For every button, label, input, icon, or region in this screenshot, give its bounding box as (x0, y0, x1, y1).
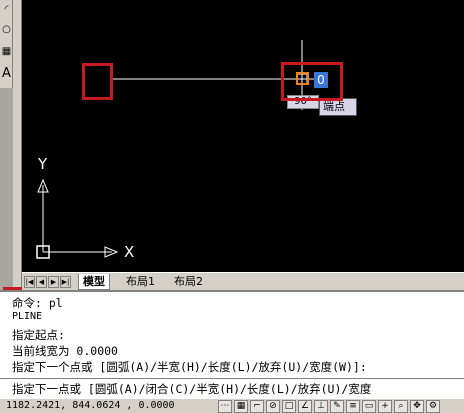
cursor-highlight (281, 62, 343, 101)
history-line: 指定起点: (12, 328, 65, 342)
settings-icon[interactable]: ⚙ (426, 400, 440, 413)
history-line: 指定下一个点或 [圆弧(A)/半宽(H)/长度(L)/放弃(U)/宽度(W)]: (12, 360, 367, 374)
command-prompt-text: 指定下一点或 [圆弧(A)/闭合(C)/半宽(H)/长度(L)/放弃(U)/宽度 (12, 382, 372, 396)
ortho-toggle-icon[interactable]: ⌐ (250, 400, 264, 413)
tab-model[interactable]: 模型 (78, 274, 110, 290)
ucs-y-label: Y (38, 155, 48, 173)
drawing-canvas[interactable]: Y X (22, 0, 464, 272)
first-tab-button[interactable]: |◀ (24, 276, 35, 288)
next-tab-button[interactable]: ▶ (48, 276, 59, 288)
pan-icon[interactable]: ✥ (410, 400, 424, 413)
ducs-toggle-icon[interactable]: ⊥ (314, 400, 328, 413)
lwt-toggle-icon[interactable]: ≡ (346, 400, 360, 413)
coordinate-readout: 1182.2421, 844.0624 , 0.0000 (6, 400, 175, 411)
history-line: 当前线宽为 0.0000 (12, 344, 118, 358)
polar-toggle-icon[interactable]: ⊘ (266, 400, 280, 413)
circle-tool-icon[interactable]: ○ (1, 22, 12, 38)
layout-tab-bar: |◀ ◀ ▶ ▶| 模型 布局1 布局2 (22, 272, 464, 290)
prev-tab-button[interactable]: ◀ (36, 276, 47, 288)
canvas-left-border (13, 0, 22, 290)
command-prompt[interactable]: 指定下一点或 [圆弧(A)/闭合(C)/半宽(H)/长度(L)/放弃(U)/宽度 (0, 378, 464, 398)
snap-toggle-icon[interactable]: ⋯ (218, 400, 232, 413)
last-tab-button[interactable]: ▶| (60, 276, 71, 288)
history-line: PLINE (12, 311, 43, 322)
osnap-toggle-icon[interactable]: □ (282, 400, 296, 413)
arc-tool-icon[interactable]: ◜ (1, 2, 12, 18)
otrack-toggle-icon[interactable]: ∠ (298, 400, 312, 413)
zoom-icon[interactable]: ⌕ (394, 400, 408, 413)
grid-toggle-icon[interactable]: ▦ (234, 400, 248, 413)
command-history: 命令: pl PLINE 指定起点: 当前线宽为 0.0000 指定下一个点或 … (0, 290, 464, 378)
hatch-tool-icon[interactable]: ▦ (1, 44, 12, 60)
status-bar: 1182.2421, 844.0624 , 0.0000 ⋯ ▦ ⌐ ⊘ □ ∠… (0, 398, 464, 413)
ucs-x-label: X (124, 243, 135, 261)
dyn-toggle-icon[interactable]: ✎ (330, 400, 344, 413)
text-tool-icon[interactable]: A (1, 66, 12, 82)
tab-layout2[interactable]: 布局2 (170, 274, 207, 290)
plus-icon[interactable]: + (378, 400, 392, 413)
model-toggle-icon[interactable]: ▭ (362, 400, 376, 413)
history-line: 命令: pl (12, 296, 63, 310)
tab-layout1[interactable]: 布局1 (122, 274, 159, 290)
start-point-highlight (82, 63, 113, 100)
canvas-graphics (36, 40, 322, 259)
